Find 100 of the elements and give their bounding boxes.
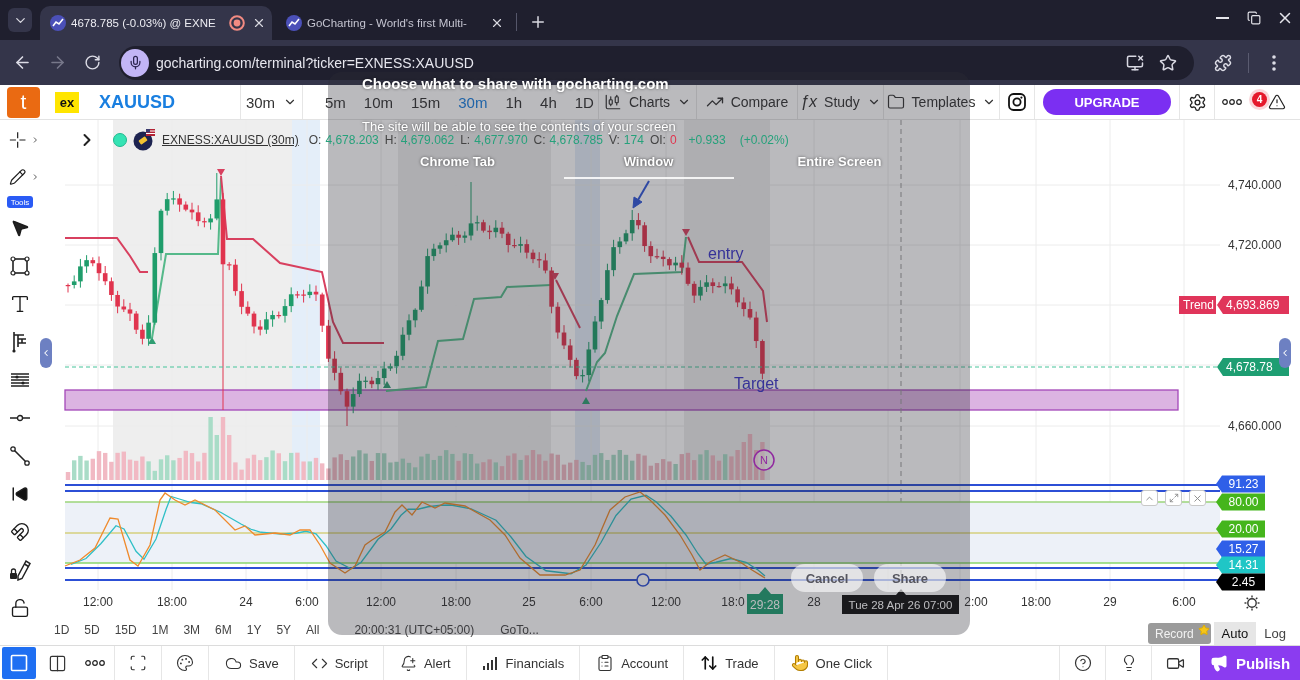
chevron-right-icon — [31, 172, 40, 182]
time-axis-label: 25 — [522, 595, 536, 609]
up-down-arrows-icon — [700, 654, 719, 672]
candlestick-icon — [603, 93, 622, 111]
range-button[interactable]: 5Y — [276, 623, 292, 637]
settings-button[interactable] — [1187, 92, 1207, 112]
maximize-icon — [1168, 493, 1179, 503]
collapse-handle[interactable] — [40, 338, 52, 368]
chart-logo-icon — [286, 15, 302, 31]
collapse-handle[interactable] — [1279, 338, 1291, 368]
toolbar-menu-button[interactable]: Charts — [603, 93, 692, 111]
interval-button[interactable]: 5m — [316, 93, 355, 111]
instagram-button[interactable] — [1008, 93, 1026, 111]
more-button[interactable] — [1222, 99, 1242, 105]
interval-dropdown[interactable]: 30m — [245, 93, 298, 111]
symbol-link[interactable]: EXNESS:XAUUSD (30m) — [162, 133, 299, 147]
range-button[interactable]: 1D — [54, 623, 70, 637]
toolbar-action-button[interactable]: Financials — [466, 646, 580, 680]
ohlc-value: 4,678.785 — [549, 133, 603, 147]
microphone-button[interactable] — [121, 48, 149, 77]
dialog-button[interactable]: Share — [874, 564, 946, 592]
interval-button[interactable]: 1h — [496, 93, 532, 111]
settings-icon[interactable] — [1243, 594, 1261, 612]
supertrend-line — [555, 279, 581, 329]
down-triangle-icon — [682, 229, 690, 236]
star-icon — [1197, 624, 1210, 636]
toolbar-menu-button[interactable]: ƒx Study — [800, 93, 881, 111]
warning-icon — [1268, 93, 1286, 111]
bar-chart-icon — [482, 656, 499, 670]
dialog-button[interactable]: Cancel — [791, 564, 863, 592]
pencil-icon — [9, 167, 27, 187]
time-axis-label: 28 — [807, 595, 821, 609]
plus-icon — [529, 13, 547, 31]
ohlc-value: 0 — [669, 133, 677, 147]
interval-button[interactable]: 1D — [565, 93, 603, 111]
close-icon — [252, 16, 266, 30]
chevron-right-icon — [31, 135, 40, 145]
toolbar-action-button[interactable]: Account — [580, 646, 684, 680]
scale-button[interactable]: Log — [1256, 622, 1294, 645]
toolbar-action-button[interactable]: Trade — [684, 646, 774, 680]
time-axis-label: 18:00 — [441, 595, 471, 609]
range-button[interactable]: 15D — [114, 623, 137, 637]
interval-button[interactable]: 4h — [531, 93, 566, 111]
tab-search-button[interactable] — [8, 8, 32, 32]
ohlc-label: O: — [308, 133, 322, 147]
range-button[interactable]: 6M — [215, 623, 232, 637]
range-button[interactable]: All — [306, 623, 320, 637]
price-axis-label: 4,740.000 — [1228, 178, 1282, 192]
browser-tab[interactable]: GoCharting - World's first Multi- — [276, 6, 510, 40]
browser-tab[interactable]: 4678.785 (-0.03%) @ EXNE — [40, 6, 272, 40]
range-button[interactable]: 1Y — [246, 623, 262, 637]
pane-close-button[interactable] — [1189, 490, 1206, 506]
alerts-button[interactable] — [1268, 93, 1286, 111]
two-column-layout-icon — [47, 653, 67, 673]
drag-handle[interactable] — [636, 573, 650, 587]
upgrade-button[interactable]: UPGRADE — [1043, 89, 1171, 115]
clock-text: 20:00:31 (UTC+05:00) — [354, 623, 475, 637]
menu-icon — [1272, 54, 1276, 71]
toolbar-menu-button[interactable]: Compare — [705, 93, 789, 111]
toolbar-menu-button[interactable]: Templates — [886, 93, 997, 111]
range-button[interactable]: 5D — [84, 623, 100, 637]
down-triangle-icon — [551, 273, 559, 280]
time-axis-label: 18:00 — [1021, 595, 1051, 609]
price-change: +0.933 — [688, 133, 726, 147]
toolbar-action-button[interactable]: Script — [294, 646, 383, 680]
pane-collapse-button[interactable] — [1141, 490, 1158, 506]
range-button[interactable]: 1M — [151, 623, 169, 637]
toolbar-action-button[interactable]: One Click — [774, 646, 887, 680]
scale-button[interactable]: Auto — [1213, 622, 1257, 645]
goto-link[interactable]: GoTo... — [500, 623, 539, 637]
currency-icon — [133, 129, 155, 151]
star-icon — [1159, 53, 1177, 72]
time-axis-label: 12:00 — [651, 595, 681, 609]
chevron-left-icon — [41, 348, 51, 358]
range-button[interactable]: 3M — [183, 623, 201, 637]
toolbar-action-button[interactable]: Save — [209, 646, 294, 680]
microphone-icon — [127, 55, 143, 70]
price-axis-label: 4,720.000 — [1228, 238, 1282, 252]
cursor-icon — [10, 218, 30, 238]
price-axis-label: 4,660.000 — [1228, 419, 1282, 433]
ohlc-value: 4,678.203 — [325, 133, 379, 147]
interval-button[interactable]: 10m — [354, 93, 403, 111]
symbol-name[interactable]: XAUUSD — [99, 91, 175, 113]
oscillator-value-tag: 20.00 — [1216, 520, 1265, 538]
bell-plus-icon — [399, 654, 417, 672]
interval-button[interactable]: 15m — [402, 93, 450, 111]
publish-button[interactable]: Publish — [1200, 646, 1300, 680]
toolbar-action-button[interactable]: Alert — [383, 646, 466, 680]
function-symbol: ƒx — [800, 93, 818, 111]
down-triangle-icon — [217, 169, 225, 176]
pane-maximize-button[interactable] — [1165, 490, 1182, 506]
time-axis-label: 2:00 — [964, 595, 988, 609]
ohlc-label: OI: — [649, 133, 666, 147]
megaphone-icon — [1209, 654, 1228, 672]
screen-share-off-icon — [1126, 53, 1144, 72]
ohlc-label: C: — [533, 133, 546, 147]
countdown-tag: 29:28 — [747, 587, 783, 614]
ohlc-value: 4,677.970 — [474, 133, 528, 147]
time-axis-label: 6:00 — [295, 595, 319, 609]
magnet-icon — [10, 522, 30, 542]
